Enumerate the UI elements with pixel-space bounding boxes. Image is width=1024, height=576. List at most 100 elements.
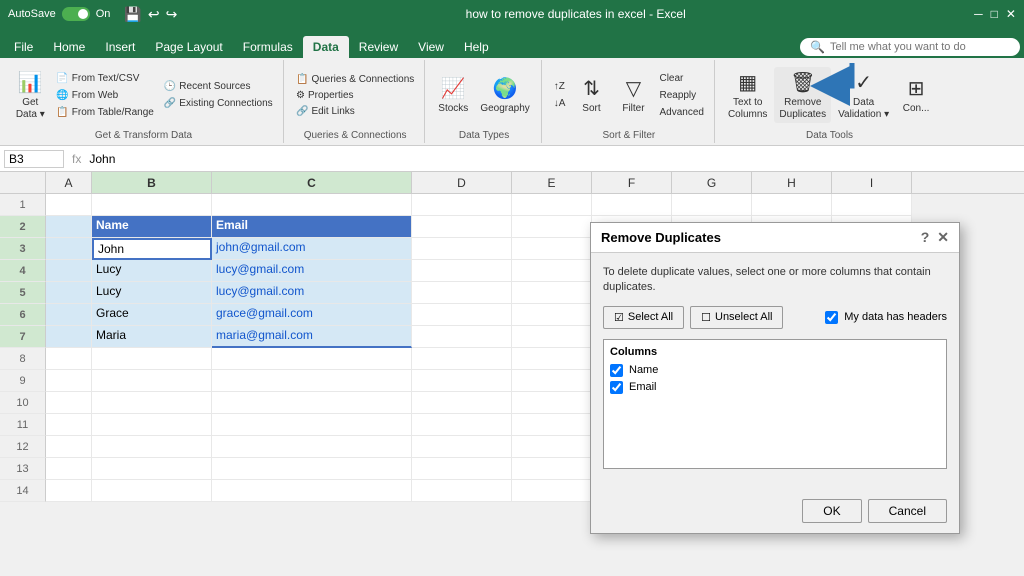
from-web-button[interactable]: 🌐 From Web bbox=[52, 88, 158, 103]
minimize-button[interactable]: ─ bbox=[974, 7, 983, 21]
cell-a7[interactable] bbox=[46, 326, 92, 348]
recent-sources-button[interactable]: 🕒 Recent Sources bbox=[160, 79, 277, 94]
col-header-c[interactable]: C bbox=[212, 172, 412, 193]
cell-b10[interactable] bbox=[92, 392, 212, 414]
cell-d5[interactable] bbox=[412, 282, 512, 304]
cell-a1[interactable] bbox=[46, 194, 92, 216]
cell-f1[interactable] bbox=[592, 194, 672, 216]
sort-button[interactable]: ⇅ Sort bbox=[571, 67, 611, 123]
cell-c1[interactable] bbox=[212, 194, 412, 216]
cell-d6[interactable] bbox=[412, 304, 512, 326]
get-data-button[interactable]: 📊 GetData ▾ bbox=[10, 67, 50, 123]
cell-e3[interactable] bbox=[512, 238, 592, 260]
search-input[interactable] bbox=[830, 41, 1010, 53]
col-header-d[interactable]: D bbox=[412, 172, 512, 193]
cell-c2[interactable]: Email bbox=[212, 216, 412, 238]
tab-file[interactable]: File bbox=[4, 36, 43, 58]
column-email-checkbox[interactable] bbox=[610, 381, 623, 394]
edit-links-button[interactable]: 🔗 Edit Links bbox=[292, 104, 418, 119]
cell-d7[interactable] bbox=[412, 326, 512, 348]
cell-a9[interactable] bbox=[46, 370, 92, 392]
tab-data[interactable]: Data bbox=[303, 36, 349, 58]
cell-c4[interactable]: lucy@gmail.com bbox=[212, 260, 412, 282]
geography-button[interactable]: 🌍 Geography bbox=[475, 67, 534, 123]
cell-c6[interactable]: grace@gmail.com bbox=[212, 304, 412, 326]
col-header-a[interactable]: A bbox=[46, 172, 92, 193]
undo-icon[interactable]: ↩ bbox=[148, 6, 160, 23]
save-icon[interactable]: 💾 bbox=[124, 6, 141, 23]
close-button[interactable]: ✕ bbox=[1006, 7, 1016, 21]
cell-d3[interactable] bbox=[412, 238, 512, 260]
cell-d8[interactable] bbox=[412, 348, 512, 370]
dialog-help-button[interactable]: ? bbox=[921, 229, 930, 246]
cell-d10[interactable] bbox=[412, 392, 512, 414]
col-header-b[interactable]: B bbox=[92, 172, 212, 193]
existing-connections-button[interactable]: 🔗 Existing Connections bbox=[160, 96, 277, 111]
queries-connections-button[interactable]: 📋 Queries & Connections bbox=[292, 72, 418, 87]
cell-a10[interactable] bbox=[46, 392, 92, 414]
cell-e5[interactable] bbox=[512, 282, 592, 304]
cell-h1[interactable] bbox=[752, 194, 832, 216]
cell-b9[interactable] bbox=[92, 370, 212, 392]
sort-asc-button[interactable]: ↑Z bbox=[550, 79, 570, 94]
cell-e1[interactable] bbox=[512, 194, 592, 216]
cell-c8[interactable] bbox=[212, 348, 412, 370]
clear-button[interactable]: Clear bbox=[655, 71, 707, 86]
stocks-button[interactable]: 📈 Stocks bbox=[433, 67, 473, 123]
cell-i1[interactable] bbox=[832, 194, 912, 216]
column-name-checkbox[interactable] bbox=[610, 364, 623, 377]
cancel-button[interactable]: Cancel bbox=[868, 499, 947, 523]
cell-b8[interactable] bbox=[92, 348, 212, 370]
cell-e8[interactable] bbox=[512, 348, 592, 370]
cell-c10[interactable] bbox=[212, 392, 412, 414]
col-header-g[interactable]: G bbox=[672, 172, 752, 193]
autosave-toggle[interactable] bbox=[62, 7, 90, 21]
cell-c9[interactable] bbox=[212, 370, 412, 392]
cell-c3[interactable]: john@gmail.com bbox=[212, 238, 412, 260]
cell-g1[interactable] bbox=[672, 194, 752, 216]
cell-a6[interactable] bbox=[46, 304, 92, 326]
cell-d4[interactable] bbox=[412, 260, 512, 282]
col-header-h[interactable]: H bbox=[752, 172, 832, 193]
cell-e6[interactable] bbox=[512, 304, 592, 326]
cell-b4[interactable]: Lucy bbox=[92, 260, 212, 282]
cell-d1[interactable] bbox=[412, 194, 512, 216]
name-box[interactable]: B3 bbox=[4, 150, 64, 168]
cell-b2[interactable]: Name bbox=[92, 216, 212, 238]
text-to-columns-button[interactable]: ▦ Text toColumns bbox=[723, 67, 772, 123]
cell-e9[interactable] bbox=[512, 370, 592, 392]
col-header-i[interactable]: I bbox=[832, 172, 912, 193]
cell-a4[interactable] bbox=[46, 260, 92, 282]
redo-icon[interactable]: ↪ bbox=[166, 6, 178, 23]
cell-b3[interactable]: John bbox=[92, 238, 212, 260]
select-all-button[interactable]: ☑ Select All bbox=[603, 306, 684, 329]
cell-b7[interactable]: Maria bbox=[92, 326, 212, 348]
advanced-button[interactable]: Advanced bbox=[655, 105, 707, 120]
cell-e2[interactable] bbox=[512, 216, 592, 238]
tab-home[interactable]: Home bbox=[43, 36, 95, 58]
consolidate-button[interactable]: ⊞ Con... bbox=[896, 67, 936, 123]
tab-formulas[interactable]: Formulas bbox=[233, 36, 303, 58]
maximize-button[interactable]: □ bbox=[991, 7, 998, 21]
cell-c7[interactable]: maria@gmail.com bbox=[212, 326, 412, 348]
cell-a5[interactable] bbox=[46, 282, 92, 304]
reapply-button[interactable]: Reapply bbox=[655, 88, 707, 103]
tab-insert[interactable]: Insert bbox=[95, 36, 145, 58]
cell-a8[interactable] bbox=[46, 348, 92, 370]
cell-b1[interactable] bbox=[92, 194, 212, 216]
from-table-button[interactable]: 📋 From Table/Range bbox=[52, 105, 158, 120]
ok-button[interactable]: OK bbox=[802, 499, 861, 523]
cell-c5[interactable]: lucy@gmail.com bbox=[212, 282, 412, 304]
properties-button[interactable]: ⚙ Properties bbox=[292, 88, 418, 103]
tab-review[interactable]: Review bbox=[349, 36, 408, 58]
filter-button[interactable]: ▽ Filter bbox=[613, 67, 653, 123]
from-text-button[interactable]: 📄 From Text/CSV bbox=[52, 71, 158, 86]
sort-desc-button[interactable]: ↓A bbox=[550, 96, 570, 111]
cell-b5[interactable]: Lucy bbox=[92, 282, 212, 304]
cell-a3[interactable] bbox=[46, 238, 92, 260]
tab-page-layout[interactable]: Page Layout bbox=[145, 36, 232, 58]
cell-e7[interactable] bbox=[512, 326, 592, 348]
col-header-f[interactable]: F bbox=[592, 172, 672, 193]
my-data-headers-checkbox[interactable] bbox=[825, 311, 838, 324]
cell-d9[interactable] bbox=[412, 370, 512, 392]
